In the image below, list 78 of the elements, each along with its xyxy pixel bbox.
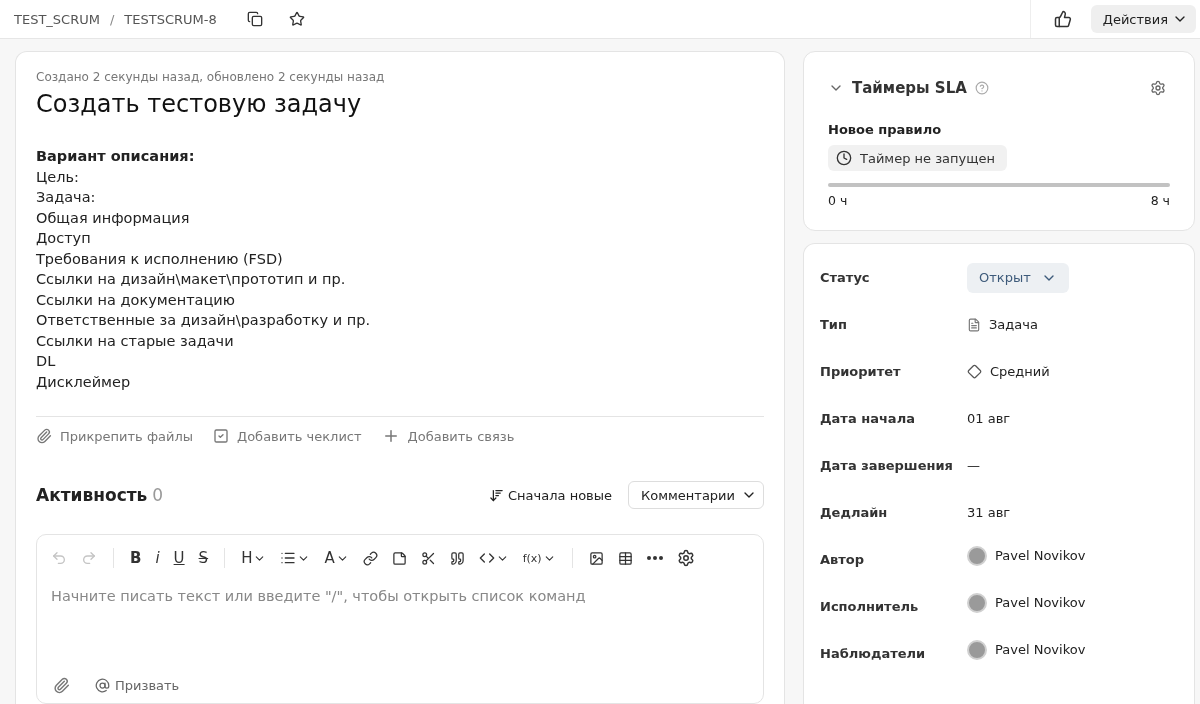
list-icon <box>280 550 297 566</box>
description-line: Доступ <box>36 229 92 248</box>
field-value: Задача <box>989 317 1038 332</box>
paperclip-icon <box>36 428 52 444</box>
timer-status: Таймер не запущен <box>828 145 1007 171</box>
breadcrumb-separator: / <box>109 11 115 27</box>
image-icon <box>588 550 604 566</box>
description-line: Требования к исполнению (FSD) <box>36 249 284 269</box>
field-label: Исполнитель <box>820 599 920 614</box>
format-button[interactable]: f(x) <box>518 545 560 571</box>
sort-icon <box>489 487 505 503</box>
code-icon <box>478 550 495 566</box>
description-heading: Вариант описания: <box>36 147 196 166</box>
scale-label: 0 ч <box>828 193 848 208</box>
field-label: Дедлайн <box>820 505 889 520</box>
table-icon <box>617 550 633 566</box>
description-line: Дисклеймер <box>36 372 132 392</box>
avatar <box>967 639 987 660</box>
field-label: Приоритет <box>820 364 902 379</box>
action-link[interactable]: Добавить чеклист <box>213 427 362 445</box>
scale-label: 8 ч <box>1150 193 1170 208</box>
description-line: Цель: <box>36 167 80 187</box>
breadcrumb-link[interactable]: TEST_SCRUM <box>14 11 100 27</box>
format-button[interactable]: H <box>237 545 271 571</box>
field-value: 01 авг <box>967 411 1011 426</box>
description-line: DL <box>36 352 57 371</box>
more-icon <box>646 556 663 560</box>
sla-rule-name: Новое правило <box>828 122 943 137</box>
settings-icon <box>676 549 695 567</box>
sla-title: Таймеры SLA <box>852 79 967 97</box>
field-label: Наблюдатели <box>820 646 927 661</box>
actions-button[interactable]: Действия <box>1090 5 1196 33</box>
action-link[interactable]: Прикрепить файлы <box>36 427 193 445</box>
avatar <box>967 545 987 566</box>
format-button[interactable]: B <box>126 545 146 571</box>
diamond-icon <box>967 364 982 379</box>
sort-button[interactable]: Сначала новые <box>483 486 618 504</box>
user-name[interactable]: Pavel Novikov <box>995 642 1086 657</box>
action-link[interactable]: Добавить связь <box>381 427 515 445</box>
field-label: Статус <box>820 270 871 285</box>
description-line: Ссылки на документацию <box>36 290 236 310</box>
field-label: Дата завершения <box>820 458 954 473</box>
breadcrumb-link[interactable]: TESTSCRUM-8 <box>124 11 217 27</box>
description-line: Общая информация <box>36 208 191 228</box>
description-line: Ссылки на старые задачи <box>36 331 235 351</box>
description-line: Ответственные за дизайн\разработку и пр. <box>36 311 372 330</box>
field-label: Автор <box>820 552 866 567</box>
user-name[interactable]: Pavel Novikov <box>995 548 1086 563</box>
at-icon <box>95 677 110 693</box>
field-value: — <box>967 458 980 473</box>
status-dropdown[interactable]: Открыт <box>967 262 1069 293</box>
mention-button[interactable]: Призвать <box>95 677 180 693</box>
format-button[interactable]: A <box>320 545 353 571</box>
user-name[interactable]: Pavel Novikov <box>995 595 1086 610</box>
note-icon <box>391 550 407 566</box>
activity-title: Активность <box>36 485 148 505</box>
format-button[interactable]: S <box>194 545 213 571</box>
undo-icon <box>51 550 67 566</box>
activity-count: 0 <box>152 485 164 505</box>
quote-icon <box>449 550 465 566</box>
scissors-icon <box>420 550 436 566</box>
description-line: Задача: <box>36 188 97 207</box>
field-value: Средний <box>990 364 1050 379</box>
clock-icon <box>836 150 852 166</box>
issue-title: Создать тестовую задачу <box>36 90 363 118</box>
checklist-icon <box>213 428 229 444</box>
field-label: Тип <box>820 317 848 332</box>
issue-meta: Создано 2 секунды назад, обновлено 2 секунды назад <box>36 70 386 84</box>
field-label: Дата начала <box>820 411 916 426</box>
filter-dropdown[interactable]: Комментарии <box>628 481 764 509</box>
format-button[interactable]: i <box>151 545 164 571</box>
link-icon <box>362 550 378 566</box>
description-line: Ссылки на дизайн\макет\прототип и пр. <box>36 270 347 289</box>
field-value: 31 авг <box>967 505 1011 520</box>
redo-icon <box>81 550 97 566</box>
format-button[interactable]: U <box>169 545 189 571</box>
avatar <box>967 592 987 613</box>
document-icon <box>967 317 981 332</box>
